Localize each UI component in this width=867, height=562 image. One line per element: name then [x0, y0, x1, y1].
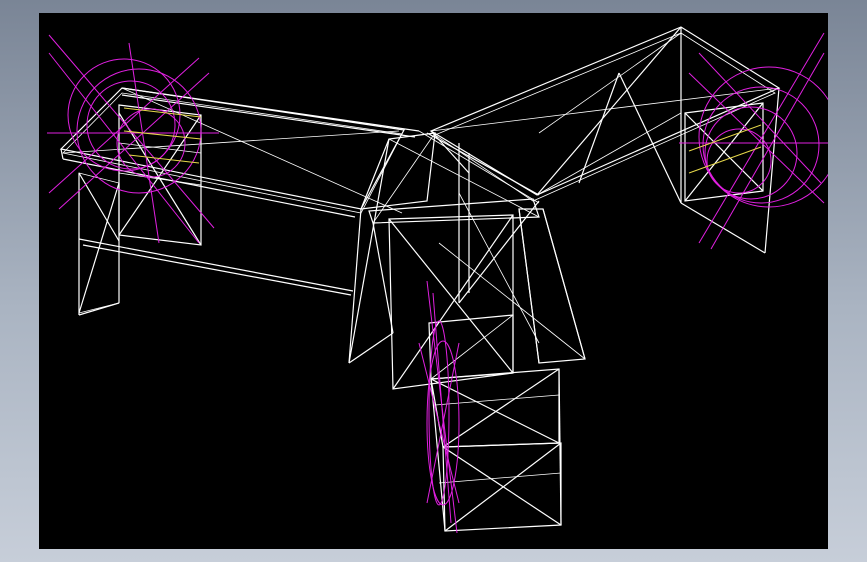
lower-extension-wireframe	[418, 280, 562, 534]
left-wing-wireframe	[47, 34, 420, 316]
cad-viewport[interactable]	[39, 13, 828, 549]
central-hub-wireframe	[348, 130, 586, 390]
wireframe-drawing	[47, 26, 828, 534]
